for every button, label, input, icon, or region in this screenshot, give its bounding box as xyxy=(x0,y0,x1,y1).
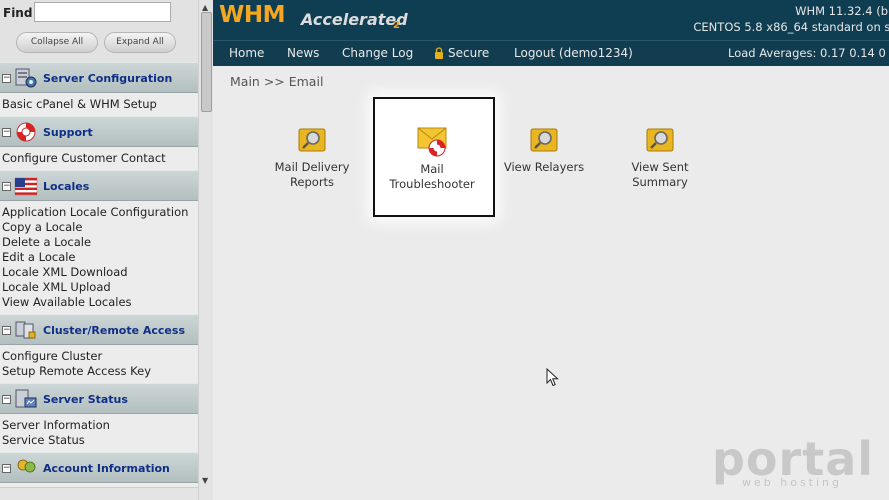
sidebar-item-application-locale-configuration[interactable]: Application Locale Configuration xyxy=(2,205,198,220)
us-flag-icon xyxy=(14,177,38,196)
sidebar-item-configure-customer-contact[interactable]: Configure Customer Contact xyxy=(2,151,198,166)
section-body-server-status: Server Information Service Status xyxy=(0,414,198,452)
collapse-all-button[interactable]: Collapse All xyxy=(16,32,98,53)
lock-icon xyxy=(435,47,443,59)
tool-label-line-2: Summary xyxy=(632,175,688,189)
whm-logo-accelerated: Accelerated xyxy=(301,10,408,29)
collapse-toggle-icon[interactable]: − xyxy=(2,395,11,404)
section-title: Server Configuration xyxy=(43,72,173,85)
section-title: Account Information xyxy=(43,462,170,475)
section-body-server-configuration: Basic cPanel & WHM Setup xyxy=(0,93,198,116)
tool-label-line-2: Troubleshooter xyxy=(389,177,475,191)
top-nav: Home News Change Log Secure Logout (demo… xyxy=(213,40,889,66)
tool-mail-troubleshooter[interactable]: Mail Troubleshooter xyxy=(377,126,487,192)
sidebar-item-basic-setup[interactable]: Basic cPanel & WHM Setup xyxy=(2,97,198,112)
sidebar-item-delete-a-locale[interactable]: Delete a Locale xyxy=(2,235,198,250)
section-header-account-information[interactable]: − Account Information xyxy=(0,452,198,483)
version-line-2: CENTOS 5.8 x86_64 standard on serv xyxy=(693,20,889,34)
sidebar-item-view-available-locales[interactable]: View Available Locales xyxy=(2,295,198,310)
section-title: Support xyxy=(43,126,93,139)
find-input[interactable] xyxy=(34,2,171,22)
sidebar-item-setup-remote-access-key[interactable]: Setup Remote Access Key xyxy=(2,364,198,379)
section-header-cluster-remote-access[interactable]: − Cluster/Remote Access xyxy=(0,314,198,345)
sidebar-item-edit-a-locale[interactable]: Edit a Locale xyxy=(2,250,198,265)
section-body-locales: Application Locale Configuration Copy a … xyxy=(0,201,198,314)
tool-view-sent-summary[interactable]: View Sent Summary xyxy=(605,124,715,190)
expand-all-button[interactable]: Expand All xyxy=(104,32,176,53)
magnifier-report-icon xyxy=(530,128,558,152)
sidebar-item-server-information[interactable]: Server Information xyxy=(2,418,198,433)
tool-label-line-1: Mail Delivery xyxy=(274,160,350,174)
section-title: Locales xyxy=(43,180,90,193)
section-header-support[interactable]: − Support xyxy=(0,116,198,147)
lifebuoy-icon xyxy=(16,122,36,142)
section-header-locales[interactable]: − Locales xyxy=(0,170,198,201)
version-info: WHM 11.32.4 (build CENTOS 5.8 x86_64 sta… xyxy=(693,3,889,35)
sidebar-vertical-scrollbar[interactable]: ▲ ▼ xyxy=(198,0,213,500)
sidebar-horizontal-scrollbar[interactable] xyxy=(0,487,198,500)
sidebar-item-copy-a-locale[interactable]: Copy a Locale xyxy=(2,220,198,235)
find-label: Find xyxy=(3,6,33,20)
tool-label-line-1: Mail xyxy=(420,162,444,176)
mouse-cursor-icon xyxy=(546,368,559,387)
nav-news[interactable]: News xyxy=(287,46,319,60)
breadcrumb: Main >> Email xyxy=(230,74,324,89)
nav-secure[interactable]: Secure xyxy=(448,46,489,60)
nav-home[interactable]: Home xyxy=(229,46,264,60)
section-body-support: Configure Customer Contact xyxy=(0,147,198,170)
tool-label-line-1: View Sent xyxy=(631,160,689,174)
server-config-icon xyxy=(15,68,37,88)
nav-logout[interactable]: Logout (demo1234) xyxy=(514,46,633,60)
account-info-icon xyxy=(17,459,36,473)
left-frame: Find Collapse All Expand All − Server Co… xyxy=(0,0,213,500)
version-line-1: WHM 11.32.4 (build xyxy=(795,4,889,18)
collapse-toggle-icon[interactable]: − xyxy=(2,182,11,191)
sidebar-item-locale-xml-upload[interactable]: Locale XML Upload xyxy=(2,280,198,295)
collapse-toggle-icon[interactable]: − xyxy=(2,326,11,335)
whm-logo: WHM xyxy=(219,2,286,28)
section-title: Server Status xyxy=(43,393,128,406)
top-header: WHM Accelerated 2 WHM 11.32.4 (build CEN… xyxy=(213,0,889,40)
nav-change-log[interactable]: Change Log xyxy=(342,46,413,60)
whm-logo-version-mark: 2 xyxy=(393,20,400,31)
sidebar-menu: − Server Configuration Basic cPanel & WH… xyxy=(0,62,198,500)
tool-view-relayers[interactable]: View Relayers xyxy=(489,124,599,175)
section-header-server-configuration[interactable]: − Server Configuration xyxy=(0,62,198,93)
mail-lifebuoy-icon xyxy=(417,127,447,157)
scrollbar-thumb[interactable] xyxy=(201,12,212,112)
section-header-server-status[interactable]: − Server Status xyxy=(0,383,198,414)
load-averages: Load Averages: 0.17 0.14 0 xyxy=(728,46,886,60)
watermark-subtitle: web hosting xyxy=(742,476,842,489)
find-box: Find Collapse All Expand All xyxy=(0,0,198,62)
tool-label-line-1: View Relayers xyxy=(503,160,585,174)
cluster-icon xyxy=(15,321,36,339)
sidebar-item-configure-cluster[interactable]: Configure Cluster xyxy=(2,349,198,364)
collapse-toggle-icon[interactable]: − xyxy=(2,128,11,137)
sidebar-item-service-status[interactable]: Service Status xyxy=(2,433,198,448)
collapse-toggle-icon[interactable]: − xyxy=(2,74,11,83)
server-status-icon xyxy=(15,389,37,408)
magnifier-report-icon xyxy=(646,128,674,152)
magnifier-report-icon xyxy=(298,128,326,152)
tool-mail-delivery-reports[interactable]: Mail Delivery Reports xyxy=(257,124,367,190)
tool-label-line-2: Reports xyxy=(289,175,335,189)
scroll-up-arrow-icon[interactable]: ▲ xyxy=(202,3,208,12)
sidebar-item-locale-xml-download[interactable]: Locale XML Download xyxy=(2,265,198,280)
section-title: Cluster/Remote Access xyxy=(43,324,185,337)
collapse-toggle-icon[interactable]: − xyxy=(2,464,11,473)
scroll-down-arrow-icon[interactable]: ▼ xyxy=(202,476,208,485)
section-body-cluster-remote-access: Configure Cluster Setup Remote Access Ke… xyxy=(0,345,198,383)
